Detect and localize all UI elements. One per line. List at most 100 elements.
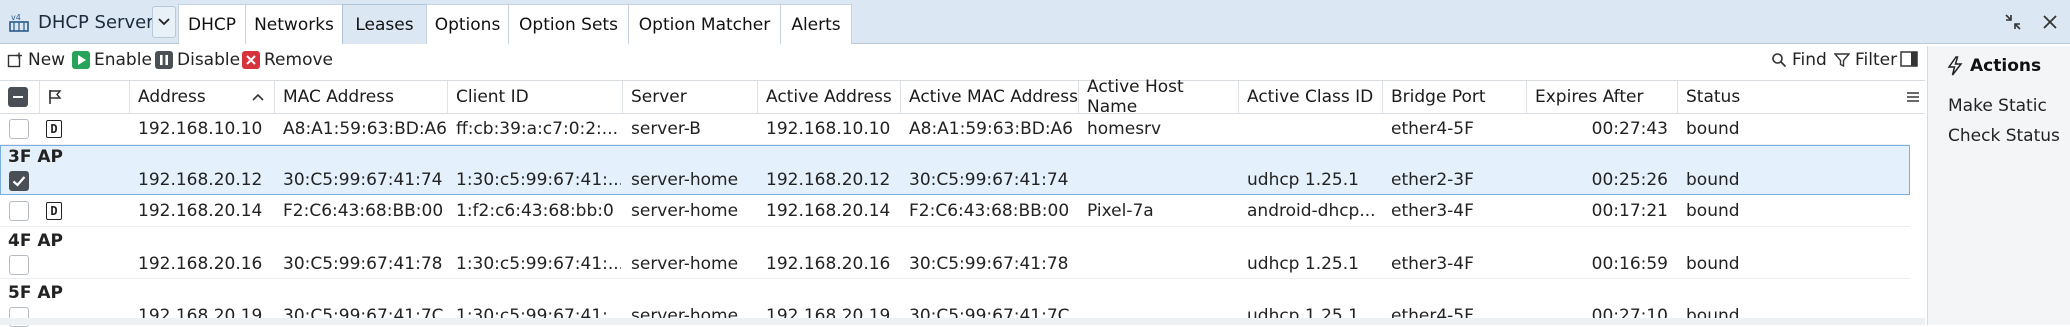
- cell-active-class-id: udhcp 1.25.1: [1247, 170, 1359, 190]
- remove-button[interactable]: Remove: [242, 48, 333, 72]
- disable-button[interactable]: Disable: [155, 48, 240, 72]
- cell-client-id: 1:30:c5:99:67:41:...: [456, 170, 621, 190]
- filter-icon: [1833, 51, 1851, 69]
- col-server[interactable]: Server: [623, 81, 758, 113]
- panel-icon: [1900, 51, 1918, 67]
- row-checkbox[interactable]: [9, 255, 29, 275]
- actions-panel: Actions Make Static Check Status: [1927, 46, 2070, 325]
- tab-option-matcher[interactable]: Option Matcher: [628, 4, 781, 44]
- cell-expires-after: 00:16:59: [1591, 254, 1668, 274]
- collapse-icon: [2005, 14, 2021, 30]
- table-row[interactable]: D 192.168.10.10 A8:A1:59:63:BD:A6 ff:cb:…: [0, 114, 1910, 145]
- cell-active-mac-address: A8:A1:59:63:BD:A6: [909, 119, 1073, 139]
- select-all-header[interactable]: [0, 81, 40, 113]
- row-checkbox[interactable]: [9, 119, 29, 139]
- app-title: DHCP Server: [38, 11, 154, 33]
- cell-mac-address: 30:C5:99:67:41:78: [283, 254, 443, 274]
- cell-active-mac-address: 30:C5:99:67:41:78: [909, 254, 1069, 274]
- column-menu-icon[interactable]: [1904, 87, 1922, 107]
- col-active-address[interactable]: Active Address: [758, 81, 901, 113]
- tab-dhcp[interactable]: DHCP: [178, 4, 246, 44]
- cell-mac-address: F2:C6:43:68:BB:00: [283, 201, 444, 221]
- sort-ascending-icon: [252, 93, 264, 101]
- toolbar: New Enable Disable Remove Find Filter: [0, 46, 1925, 74]
- group-label: 5F AP: [8, 283, 63, 303]
- collapse-button[interactable]: [2001, 10, 2025, 34]
- cell-expires-after: 00:25:26: [1591, 170, 1668, 190]
- cell-status: bound: [1686, 119, 1740, 139]
- disable-label: Disable: [177, 50, 241, 70]
- cell-status: bound: [1686, 254, 1740, 274]
- enable-button[interactable]: Enable: [72, 48, 152, 72]
- find-label: Find: [1792, 50, 1827, 70]
- col-client-id[interactable]: Client ID: [448, 81, 623, 113]
- cell-client-id: 1:30:c5:99:67:41:...: [456, 254, 621, 274]
- cell-server: server-home: [631, 201, 739, 221]
- table-row[interactable]: 4F AP 192.168.20.16 30:C5:99:67:41:78 1:…: [0, 227, 1910, 279]
- chevron-down-icon: [158, 18, 170, 26]
- group-label: 4F AP: [8, 231, 63, 251]
- actions-title: Actions: [1946, 56, 2041, 76]
- col-address[interactable]: Address: [130, 81, 275, 113]
- filter-button[interactable]: Filter: [1833, 48, 1897, 72]
- cell-address: 192.168.10.10: [138, 119, 263, 139]
- cell-active-address: 192.168.10.10: [766, 119, 891, 139]
- filter-label: Filter: [1855, 50, 1898, 70]
- cell-active-mac-address: 30:C5:99:67:41:74: [909, 170, 1069, 190]
- remove-label: Remove: [264, 50, 333, 70]
- find-button[interactable]: Find: [1770, 48, 1827, 72]
- close-button[interactable]: [2038, 10, 2062, 34]
- col-mac-address[interactable]: MAC Address: [275, 81, 448, 113]
- checkmark-icon: [12, 176, 26, 187]
- cell-client-id: 1:f2:c6:43:68:bb:0: [456, 201, 614, 221]
- cell-active-mac-address: F2:C6:43:68:BB:00: [909, 201, 1070, 221]
- flag-header[interactable]: [40, 81, 130, 113]
- flag-icon: [49, 90, 62, 104]
- cell-server: server-B: [631, 119, 701, 139]
- cell-server: server-home: [631, 170, 739, 190]
- select-all-checkbox[interactable]: [8, 87, 28, 107]
- table-row[interactable]: 3F AP 192.168.20.12 30:C5:99:67:41:74 1:…: [0, 145, 1910, 195]
- tab-networks[interactable]: Networks: [245, 4, 343, 44]
- remove-icon: [242, 51, 260, 69]
- col-status[interactable]: Status: [1678, 81, 1904, 113]
- cell-active-address: 192.168.20.12: [766, 170, 891, 190]
- cell-active-class-id: android-dhcp...: [1247, 201, 1376, 221]
- new-icon: [6, 51, 24, 69]
- lightning-icon: [1947, 56, 1963, 76]
- row-checkbox[interactable]: [9, 201, 29, 221]
- col-bridge-port[interactable]: Bridge Port: [1383, 81, 1527, 113]
- toggle-panel-button[interactable]: [1900, 50, 1918, 68]
- group-label: 3F AP: [8, 147, 63, 167]
- enable-label: Enable: [94, 50, 152, 70]
- col-active-mac-address[interactable]: Active MAC Address: [901, 81, 1079, 113]
- col-active-host-name[interactable]: Active Host Name: [1079, 77, 1239, 117]
- tabs-menu-button[interactable]: [152, 6, 176, 38]
- cell-status: bound: [1686, 201, 1740, 221]
- cell-bridge-port: ether2-3F: [1391, 170, 1474, 190]
- tab-options[interactable]: Options: [426, 4, 509, 44]
- dynamic-flag: D: [46, 120, 62, 138]
- col-active-class-id[interactable]: Active Class ID: [1239, 81, 1383, 113]
- table-header: Address MAC Address Client ID Server Act…: [0, 77, 1925, 117]
- cell-mac-address: A8:A1:59:63:BD:A6: [283, 119, 446, 139]
- svg-text:v4: v4: [11, 13, 21, 22]
- make-static-action[interactable]: Make Static: [1948, 96, 2047, 116]
- table-row[interactable]: D 192.168.20.14 F2:C6:43:68:BB:00 1:f2:c…: [0, 195, 1910, 227]
- cell-client-id: ff:cb:39:a:c7:0:2:...: [456, 119, 618, 139]
- cell-server: server-home: [631, 254, 739, 274]
- cell-active-address: 192.168.20.16: [766, 254, 891, 274]
- new-label: New: [28, 50, 66, 70]
- col-expires-after[interactable]: Expires After: [1527, 81, 1678, 113]
- row-checkbox[interactable]: [9, 171, 29, 191]
- search-icon: [1770, 51, 1788, 69]
- cell-address: 192.168.20.12: [138, 170, 263, 190]
- new-button[interactable]: New: [6, 48, 65, 72]
- tab-alerts[interactable]: Alerts: [780, 4, 852, 44]
- play-icon: [72, 51, 90, 69]
- check-status-action[interactable]: Check Status: [1948, 126, 2060, 146]
- tab-leases[interactable]: Leases: [342, 4, 427, 44]
- horizontal-scrollbar[interactable]: [0, 318, 1925, 325]
- tab-option-sets[interactable]: Option Sets: [508, 4, 629, 44]
- close-icon: [2043, 15, 2057, 29]
